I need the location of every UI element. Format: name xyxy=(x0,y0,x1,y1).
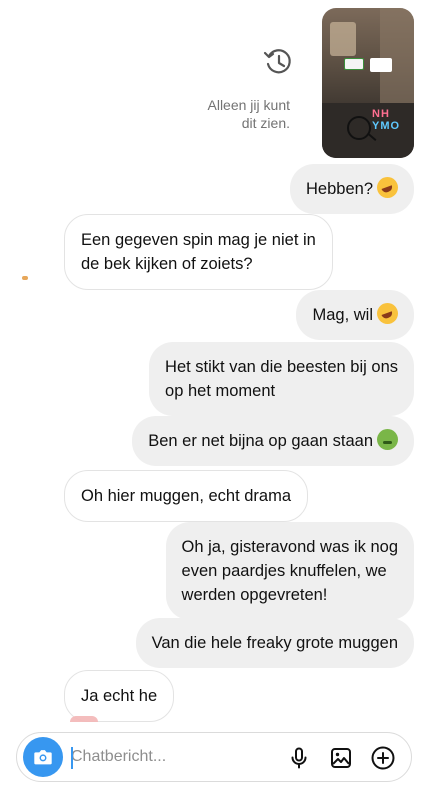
thumbnail-text: NH xyxy=(372,108,390,120)
message-text-line: Het stikt van die beesten bij ons xyxy=(165,358,398,376)
spider-sticker xyxy=(347,116,371,140)
message-text: Hebben? xyxy=(306,180,373,198)
message-outgoing[interactable]: Van die hele freaky grote muggen xyxy=(135,618,414,668)
rofl-emoji-icon xyxy=(377,177,398,198)
message-outgoing[interactable]: Hebben? xyxy=(290,164,414,214)
nauseated-emoji-icon xyxy=(377,429,398,450)
text-caret xyxy=(71,747,73,769)
message-incoming[interactable]: Ja echt he xyxy=(64,670,175,722)
microphone-button[interactable] xyxy=(285,744,313,772)
story-thumbnail[interactable]: NH YMO xyxy=(322,8,414,158)
message-incoming[interactable]: Een gegeven spin mag je niet in de bek k… xyxy=(64,214,333,290)
message-text: Mag, wil xyxy=(312,306,373,324)
message-text-line: even paardjes knuffelen, we xyxy=(181,562,387,580)
reaction-icon[interactable] xyxy=(22,276,28,280)
thumbnail-sticker xyxy=(344,58,364,70)
private-note-line-2: dit zien. xyxy=(241,115,290,131)
camera-icon xyxy=(34,750,52,765)
message-text-line: op het moment xyxy=(165,382,276,400)
add-button[interactable] xyxy=(369,744,397,772)
gallery-icon xyxy=(331,748,351,768)
thumbnail-sticker xyxy=(370,58,392,72)
reaction-icon[interactable] xyxy=(70,716,98,722)
add-circle-icon xyxy=(371,746,395,770)
message-outgoing[interactable]: Het stikt van die beesten bij ons op het… xyxy=(149,342,414,416)
thumbnail-lamp xyxy=(330,22,356,56)
message-text: Ja echt he xyxy=(81,687,158,705)
message-text: Van die hele freaky grote muggen xyxy=(151,634,398,652)
private-note: Alleen jij kunt dit zien. xyxy=(180,96,291,132)
message-outgoing[interactable]: Ben er net bijna op gaan staan xyxy=(132,416,414,466)
message-outgoing[interactable]: Mag, wil xyxy=(296,290,414,340)
thumbnail-text: YMO xyxy=(372,120,401,132)
message-composer xyxy=(16,732,412,782)
message-text-line: de bek kijken of zoiets? xyxy=(81,255,253,273)
message-text: Ben er net bijna op gaan staan xyxy=(148,432,373,450)
story-reply: Alleen jij kunt dit zien. NH YMO xyxy=(14,8,414,158)
message-incoming[interactable]: Oh hier muggen, echt drama xyxy=(64,470,309,522)
message-text-line: werden opgevreten! xyxy=(181,586,328,604)
private-note-line-1: Alleen jij kunt xyxy=(207,97,291,113)
camera-button[interactable] xyxy=(23,737,63,777)
message-input[interactable] xyxy=(71,743,271,771)
chat-screen: Alleen jij kunt dit zien. NH YMO Hebben?… xyxy=(0,0,428,800)
rofl-emoji-icon xyxy=(377,303,398,324)
message-text-line: Een gegeven spin mag je niet in xyxy=(81,231,316,249)
message-text: Oh hier muggen, echt drama xyxy=(81,487,292,505)
gallery-button[interactable] xyxy=(327,744,355,772)
message-text-line: Oh ja, gisteravond was ik nog xyxy=(181,538,398,556)
history-icon[interactable] xyxy=(262,46,294,78)
message-outgoing[interactable]: Oh ja, gisteravond was ik nog even paard… xyxy=(165,522,414,620)
microphone-icon xyxy=(291,747,307,769)
